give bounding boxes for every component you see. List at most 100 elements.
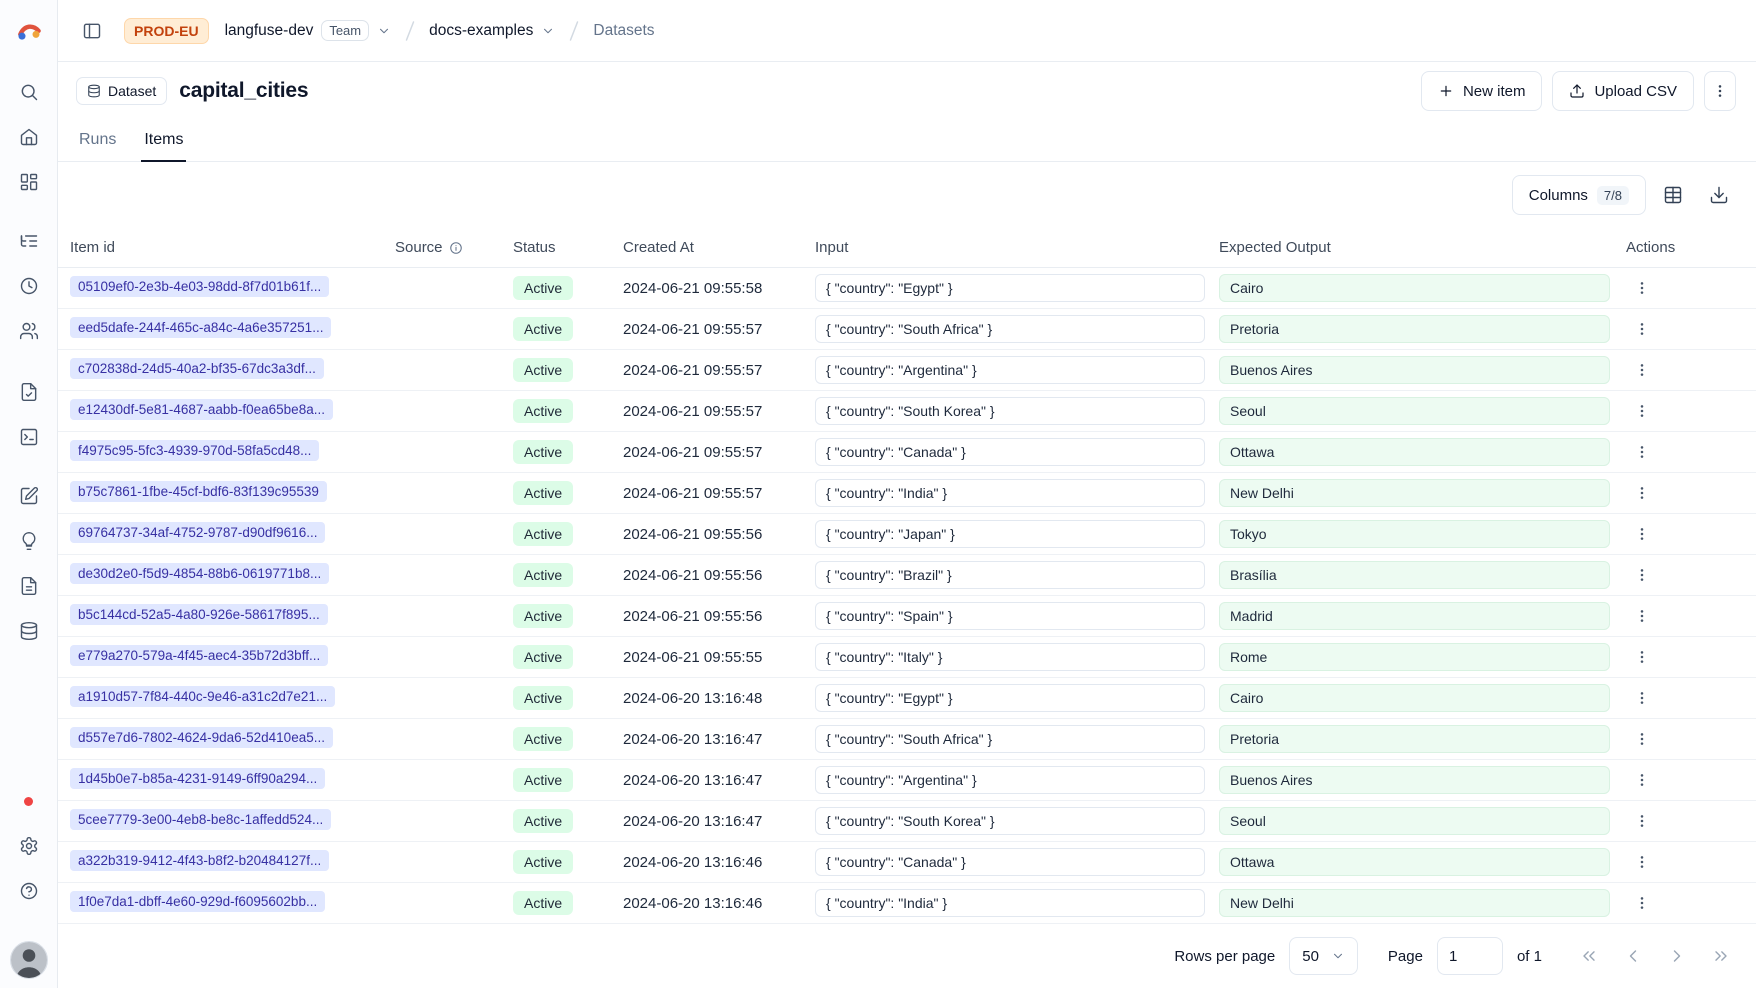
row-actions-button[interactable] bbox=[1626, 354, 1658, 386]
input-value[interactable]: { "country": "Egypt" } bbox=[815, 684, 1205, 712]
expected-output-value[interactable]: Tokyo bbox=[1219, 520, 1610, 548]
sidebar-item-docs[interactable] bbox=[11, 568, 47, 604]
expected-output-value[interactable]: Buenos Aires bbox=[1219, 766, 1610, 794]
langfuse-logo-icon[interactable] bbox=[15, 16, 43, 44]
first-page-button[interactable] bbox=[1572, 939, 1606, 973]
sidebar-item-sessions[interactable] bbox=[11, 268, 47, 304]
row-actions-button[interactable] bbox=[1626, 682, 1658, 714]
expected-output-value[interactable]: Seoul bbox=[1219, 397, 1610, 425]
row-actions-button[interactable] bbox=[1626, 600, 1658, 632]
actions-cell bbox=[1624, 313, 1756, 345]
tab-items[interactable]: Items bbox=[141, 120, 186, 162]
item-id-link[interactable]: b5c144cd-52a5-4a80-926e-58617f895... bbox=[70, 604, 328, 625]
row-actions-button[interactable] bbox=[1626, 805, 1658, 837]
item-id-link[interactable]: a1910d57-7f84-440c-9e46-a31c2d7e21... bbox=[70, 686, 335, 707]
item-id-link[interactable]: 69764737-34af-4752-9787-d90df9616... bbox=[70, 522, 325, 543]
item-id-link[interactable]: c702838d-24d5-40a2-bf35-67dc3a3df... bbox=[70, 358, 324, 379]
input-value[interactable]: { "country": "Canada" } bbox=[815, 438, 1205, 466]
expected-output-value[interactable]: Seoul bbox=[1219, 807, 1610, 835]
row-actions-button[interactable] bbox=[1626, 436, 1658, 468]
org-switcher[interactable]: langfuse-dev Team bbox=[221, 16, 396, 45]
input-value[interactable]: { "country": "South Africa" } bbox=[815, 315, 1205, 343]
row-actions-button[interactable] bbox=[1626, 395, 1658, 427]
previous-page-button[interactable] bbox=[1616, 939, 1650, 973]
item-id-link[interactable]: 05109ef0-2e3b-4e03-98dd-8f7d01b61f... bbox=[70, 276, 329, 297]
item-id-link[interactable]: eed5dafe-244f-465c-a84c-4a6e357251... bbox=[70, 317, 331, 338]
table-row: b5c144cd-52a5-4a80-926e-58617f895... Act… bbox=[58, 596, 1756, 637]
new-item-button[interactable]: New item bbox=[1421, 71, 1543, 111]
row-actions-button[interactable] bbox=[1626, 559, 1658, 591]
row-actions-button[interactable] bbox=[1626, 641, 1658, 673]
input-value[interactable]: { "country": "South Korea" } bbox=[815, 807, 1205, 835]
expected-output-value[interactable]: Ottawa bbox=[1219, 438, 1610, 466]
last-page-button[interactable] bbox=[1704, 939, 1738, 973]
item-id-link[interactable]: 5cee7779-3e00-4eb8-be8c-1affedd524... bbox=[70, 809, 331, 830]
item-id-link[interactable]: d557e7d6-7802-4624-9da6-52d410ea5... bbox=[70, 727, 333, 748]
row-height-button[interactable] bbox=[1654, 176, 1692, 214]
expected-output-value[interactable]: Cairo bbox=[1219, 684, 1610, 712]
row-actions-button[interactable] bbox=[1626, 887, 1658, 919]
search-button[interactable] bbox=[11, 74, 47, 110]
upload-csv-button[interactable]: Upload CSV bbox=[1552, 71, 1694, 111]
item-id-link[interactable]: f4975c95-5fc3-4939-970d-58fa5cd48... bbox=[70, 440, 319, 461]
row-actions-button[interactable] bbox=[1626, 764, 1658, 796]
item-id-link[interactable]: b75c7861-1fbe-45cf-bdf6-83f139c95539 bbox=[70, 481, 327, 502]
input-value[interactable]: { "country": "Canada" } bbox=[815, 848, 1205, 876]
sidebar-item-dashboards[interactable] bbox=[11, 164, 47, 200]
columns-button[interactable]: Columns 7/8 bbox=[1512, 175, 1646, 215]
sidebar-item-playground[interactable] bbox=[11, 419, 47, 455]
next-page-button[interactable] bbox=[1660, 939, 1694, 973]
row-actions-button[interactable] bbox=[1626, 723, 1658, 755]
input-value[interactable]: { "country": "Brazil" } bbox=[815, 561, 1205, 589]
user-avatar[interactable] bbox=[10, 941, 48, 979]
input-value[interactable]: { "country": "India" } bbox=[815, 889, 1205, 917]
expected-output-value[interactable]: Brasília bbox=[1219, 561, 1610, 589]
row-actions-button[interactable] bbox=[1626, 518, 1658, 550]
expected-output-value[interactable]: Cairo bbox=[1219, 274, 1610, 302]
item-id-link[interactable]: e779a270-579a-4f45-aec4-35b72d3bff... bbox=[70, 645, 328, 666]
sidebar-item-home[interactable] bbox=[11, 119, 47, 155]
item-id-link[interactable]: e12430df-5e81-4687-aabb-f0ea65be8a... bbox=[70, 399, 333, 420]
info-icon[interactable] bbox=[449, 241, 463, 255]
expected-output-value[interactable]: Pretoria bbox=[1219, 315, 1610, 343]
sidebar-item-datasets[interactable] bbox=[11, 613, 47, 649]
input-value[interactable]: { "country": "South Korea" } bbox=[815, 397, 1205, 425]
sidebar-item-annotation[interactable] bbox=[11, 478, 47, 514]
expected-output-value[interactable]: Buenos Aires bbox=[1219, 356, 1610, 384]
row-actions-button[interactable] bbox=[1626, 477, 1658, 509]
sidebar-item-users[interactable] bbox=[11, 313, 47, 349]
expected-output-value[interactable]: Rome bbox=[1219, 643, 1610, 671]
expected-output-value[interactable]: Madrid bbox=[1219, 602, 1610, 630]
sidebar-item-settings[interactable] bbox=[11, 828, 47, 864]
row-actions-button[interactable] bbox=[1626, 846, 1658, 878]
item-id-link[interactable]: 1d45b0e7-b85a-4231-9149-6ff90a294... bbox=[70, 768, 325, 789]
expected-output-value[interactable]: New Delhi bbox=[1219, 889, 1610, 917]
sidebar-item-support[interactable] bbox=[11, 873, 47, 909]
input-value[interactable]: { "country": "Italy" } bbox=[815, 643, 1205, 671]
input-value[interactable]: { "country": "Spain" } bbox=[815, 602, 1205, 630]
item-id-link[interactable]: de30d2e0-f5d9-4854-88b6-0619771b8... bbox=[70, 563, 329, 584]
input-value[interactable]: { "country": "India" } bbox=[815, 479, 1205, 507]
expected-output-value[interactable]: New Delhi bbox=[1219, 479, 1610, 507]
export-button[interactable] bbox=[1700, 176, 1738, 214]
rows-per-page-select[interactable]: 50 bbox=[1289, 937, 1358, 975]
sidebar-toggle-button[interactable] bbox=[74, 13, 110, 49]
input-value[interactable]: { "country": "Argentina" } bbox=[815, 356, 1205, 384]
page-number-input[interactable] bbox=[1437, 937, 1503, 975]
sidebar-item-tracing[interactable] bbox=[11, 223, 47, 259]
dataset-more-actions-button[interactable] bbox=[1704, 71, 1736, 111]
sidebar-item-prompts[interactable] bbox=[11, 523, 47, 559]
expected-output-value[interactable]: Pretoria bbox=[1219, 725, 1610, 753]
tab-runs[interactable]: Runs bbox=[76, 120, 119, 162]
input-value[interactable]: { "country": "Japan" } bbox=[815, 520, 1205, 548]
row-actions-button[interactable] bbox=[1626, 272, 1658, 304]
input-value[interactable]: { "country": "South Africa" } bbox=[815, 725, 1205, 753]
item-id-link[interactable]: 1f0e7da1-dbff-4e60-929d-f6095602bb... bbox=[70, 891, 325, 912]
project-switcher[interactable]: docs-examples bbox=[425, 18, 559, 44]
expected-output-value[interactable]: Ottawa bbox=[1219, 848, 1610, 876]
row-actions-button[interactable] bbox=[1626, 313, 1658, 345]
input-value[interactable]: { "country": "Egypt" } bbox=[815, 274, 1205, 302]
item-id-link[interactable]: a322b319-9412-4f43-b8f2-b20484127f... bbox=[70, 850, 329, 871]
input-value[interactable]: { "country": "Argentina" } bbox=[815, 766, 1205, 794]
sidebar-item-evals[interactable] bbox=[11, 374, 47, 410]
